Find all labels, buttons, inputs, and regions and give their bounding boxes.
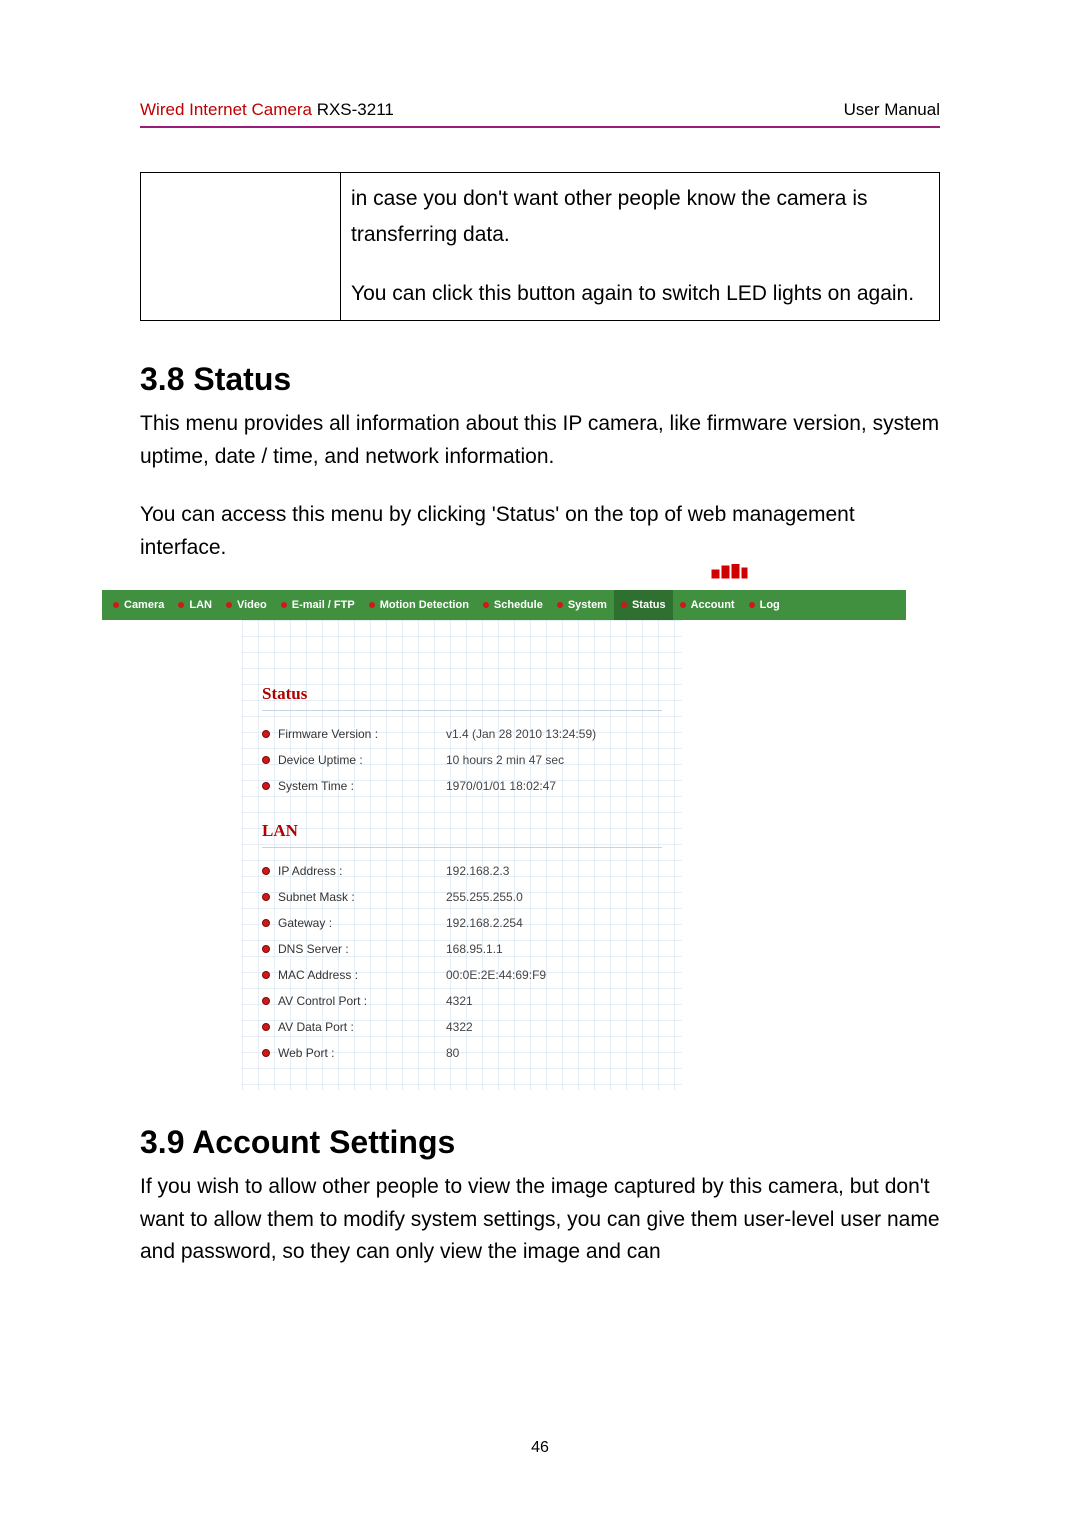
bullet-icon xyxy=(262,919,270,927)
nav-system[interactable]: System xyxy=(550,590,614,620)
row-system-time: System Time :1970/01/01 18:02:47 xyxy=(262,773,682,799)
bullet-icon xyxy=(262,971,270,979)
page-header: Wired Internet Camera RXS-3211 User Manu… xyxy=(140,100,940,120)
bullet-icon xyxy=(557,602,563,608)
status-screenshot: Camera LAN Video E-mail / FTP Motion Det… xyxy=(102,590,906,1090)
note-right-cell: in case you don't want other people know… xyxy=(341,173,940,321)
bullet-icon xyxy=(178,602,184,608)
row-firmware-version: Firmware Version :v1.4 (Jan 28 2010 13:2… xyxy=(262,721,682,747)
bullet-icon xyxy=(226,602,232,608)
panel-title-lan: LAN xyxy=(262,821,682,841)
header-divider xyxy=(140,126,940,128)
note-paragraph-1: in case you don't want other people know… xyxy=(351,181,929,252)
row-av-data-port: AV Data Port :4322 xyxy=(262,1014,682,1040)
bullet-icon xyxy=(369,602,375,608)
bullet-icon xyxy=(621,602,627,608)
nav-video[interactable]: Video xyxy=(219,590,274,620)
bullet-icon xyxy=(262,1023,270,1031)
row-mac-address: MAC Address :00:0E:2E:44:69:F9 xyxy=(262,962,682,988)
nav-motion-detection[interactable]: Motion Detection xyxy=(362,590,476,620)
row-ip-address: IP Address :192.168.2.3 xyxy=(262,858,682,884)
account-paragraph-1: If you wish to allow other people to vie… xyxy=(140,1171,940,1269)
bullet-icon xyxy=(680,602,686,608)
bullet-icon xyxy=(262,730,270,738)
model-number: RXS-3211 xyxy=(317,100,394,119)
bullet-icon xyxy=(281,602,287,608)
bullet-icon xyxy=(262,1049,270,1057)
status-paragraph-1: This menu provides all information about… xyxy=(140,408,940,473)
divider xyxy=(262,710,662,711)
status-panel: Status Firmware Version :v1.4 (Jan 28 20… xyxy=(262,684,682,1066)
row-device-uptime: Device Uptime :10 hours 2 min 47 sec xyxy=(262,747,682,773)
nav-camera[interactable]: Camera xyxy=(106,590,171,620)
bullet-icon xyxy=(483,602,489,608)
note-left-cell xyxy=(141,173,341,321)
row-dns-server: DNS Server :168.95.1.1 xyxy=(262,936,682,962)
bullet-icon xyxy=(262,945,270,953)
section-heading-status: 3.8 Status xyxy=(140,361,940,398)
web-nav-bar: Camera LAN Video E-mail / FTP Motion Det… xyxy=(102,590,906,620)
row-subnet-mask: Subnet Mask :255.255.255.0 xyxy=(262,884,682,910)
nav-lan[interactable]: LAN xyxy=(171,590,219,620)
section-heading-account: 3.9 Account Settings xyxy=(140,1124,940,1161)
product-name: Wired Internet Camera xyxy=(140,100,312,119)
page-number: 46 xyxy=(0,1439,1080,1457)
bullet-icon xyxy=(749,602,755,608)
nav-schedule[interactable]: Schedule xyxy=(476,590,550,620)
nav-log[interactable]: Log xyxy=(742,590,787,620)
nav-email-ftp[interactable]: E-mail / FTP xyxy=(274,590,362,620)
bullet-icon xyxy=(262,756,270,764)
row-av-control-port: AV Control Port :4321 xyxy=(262,988,682,1014)
bullet-icon xyxy=(262,893,270,901)
panel-title-status: Status xyxy=(262,684,682,704)
bullet-icon xyxy=(262,867,270,875)
bullet-icon xyxy=(262,997,270,1005)
bullet-icon xyxy=(113,602,119,608)
nav-account[interactable]: Account xyxy=(673,590,742,620)
note-paragraph-2: You can click this button again to switc… xyxy=(351,276,929,312)
led-note-table: in case you don't want other people know… xyxy=(140,172,940,321)
bullet-icon xyxy=(262,782,270,790)
row-gateway: Gateway :192.168.2.254 xyxy=(262,910,682,936)
doc-type: User Manual xyxy=(844,100,940,120)
row-web-port: Web Port :80 xyxy=(262,1040,682,1066)
nav-status[interactable]: Status xyxy=(614,590,673,620)
divider xyxy=(262,847,662,848)
status-paragraph-2: You can access this menu by clicking 'St… xyxy=(140,499,940,564)
